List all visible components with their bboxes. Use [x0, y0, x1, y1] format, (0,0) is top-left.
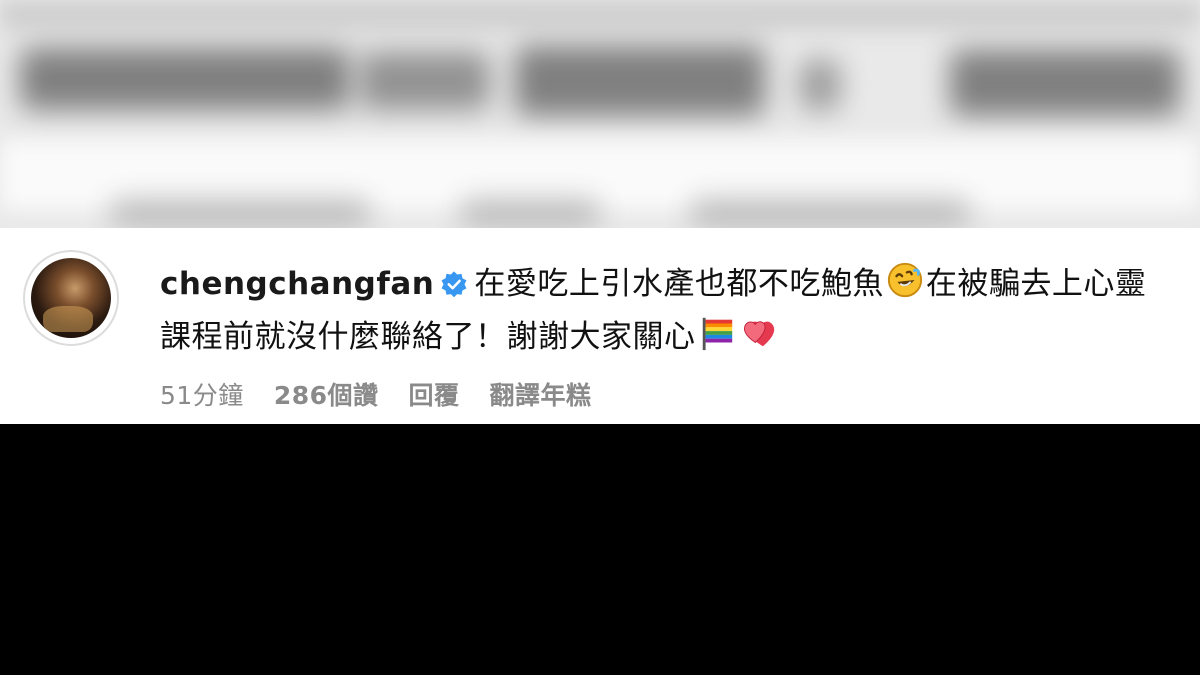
comment-text-part1: 在愛吃上引水產也都不吃鮑魚 [474, 266, 884, 302]
black-letterbox-area [0, 424, 1200, 675]
comment-body: chengchangfan 在愛吃上引水產也都不吃鮑魚 在被騙去上心靈課程前就沒什麼… [160, 260, 1170, 366]
username-link[interactable]: chengchangfan [160, 266, 434, 302]
blurred-background-post [0, 0, 1200, 228]
comment-card: chengchangfan 在愛吃上引水產也都不吃鮑魚 在被騙去上心靈課程前就沒什麼… [0, 228, 1200, 424]
verified-badge-icon [440, 264, 468, 312]
rainbow-flag-icon [698, 314, 736, 366]
two-hearts-icon [740, 314, 782, 366]
avatar-photo [31, 258, 111, 338]
rolling-on-floor-laughing-icon [886, 261, 924, 313]
translate-button[interactable]: 翻譯年糕 [490, 376, 592, 412]
avatar[interactable] [23, 250, 119, 346]
reply-button[interactable]: 回覆 [409, 376, 460, 412]
screenshot-page: chengchangfan 在愛吃上引水產也都不吃鮑魚 在被騙去上心靈課程前就沒什麼… [0, 0, 1200, 675]
comment-timestamp[interactable]: 51分鐘 [160, 376, 244, 412]
likes-count[interactable]: 286個讚 [274, 376, 379, 412]
comment-meta-row: 51分鐘 286個讚 回覆 翻譯年糕 [160, 376, 592, 412]
